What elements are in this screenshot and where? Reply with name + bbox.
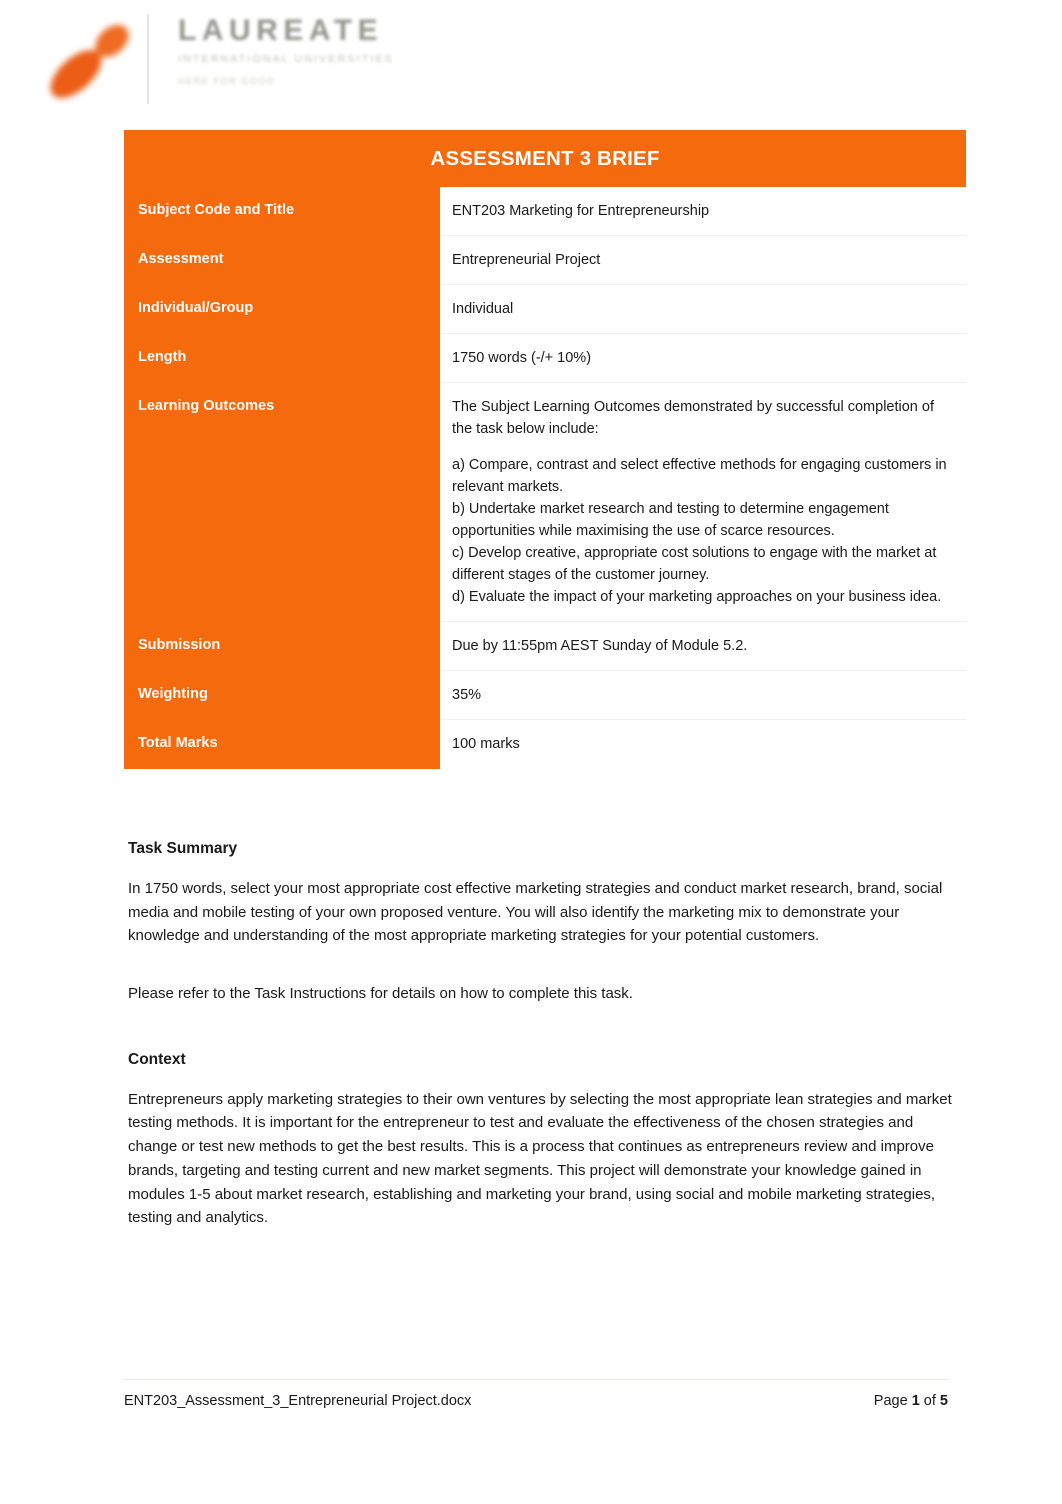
row-label-individual-group: Individual/Group	[124, 285, 440, 335]
learning-outcomes-intro: The Subject Learning Outcomes demonstrat…	[452, 399, 934, 438]
table-row: Individual/Group Individual	[124, 285, 966, 335]
task-summary-heading: Task Summary	[128, 840, 238, 857]
footer-file-name: ENT203_Assessment_3_Entrepreneurial Proj…	[124, 1393, 472, 1409]
learning-outcome-a: a) Compare, contrast and select effectiv…	[452, 457, 947, 496]
table-row: Subject Code and Title ENT203 Marketing …	[124, 187, 966, 237]
logo-wordmark-text: LAUREATE	[178, 14, 384, 47]
learning-outcomes-list: a) Compare, contrast and select effectiv…	[452, 454, 952, 608]
learning-outcome-d: d) Evaluate the impact of your marketing…	[452, 589, 942, 606]
row-value-individual-group: Individual	[440, 285, 966, 335]
page-total: 5	[939, 1393, 948, 1409]
task-summary-paragraph-2: Please refer to the Task Instructions fo…	[128, 985, 633, 1003]
row-label-total-marks: Total Marks	[124, 720, 440, 769]
footer-content: ENT203_Assessment_3_Entrepreneurial Proj…	[124, 1380, 948, 1409]
section-context: Context Entrepreneurs apply marketing st…	[128, 1051, 952, 1230]
row-value-learning-outcomes: The Subject Learning Outcomes demonstrat…	[440, 383, 966, 623]
document-body: Task Summary In 1750 words, select your …	[128, 840, 952, 1230]
row-value-submission: Due by 11:55pm AEST Sunday of Module 5.2…	[440, 622, 966, 672]
table-row: Weighting 35%	[124, 671, 966, 721]
page-footer: ENT203_Assessment_3_Entrepreneurial Proj…	[124, 1379, 948, 1409]
logo-subtitle-primary: INTERNATIONAL UNIVERSITIES	[178, 53, 394, 65]
footer-page-number: Page 1 of 5	[874, 1393, 948, 1409]
logo-divider	[147, 14, 149, 104]
row-value-length: 1750 words (-/+ 10%)	[440, 334, 966, 384]
table-row: Assessment Entrepreneurial Project	[124, 236, 966, 286]
table-row: Submission Due by 11:55pm AEST Sunday of…	[124, 622, 966, 672]
row-label-assessment: Assessment	[124, 236, 440, 286]
row-value-assessment: Entrepreneurial Project	[440, 236, 966, 286]
logo-subtitle-secondary: HERE FOR GOOD	[178, 76, 276, 86]
brief-header-title: ASSESSMENT 3 BRIEF	[124, 130, 966, 187]
table-row: Total Marks 100 marks	[124, 720, 966, 769]
row-value-total-marks: 100 marks	[440, 720, 966, 769]
table-row: Learning Outcomes The Subject Learning O…	[124, 383, 966, 623]
context-heading: Context	[128, 1050, 186, 1068]
row-value-subject-code: ENT203 Marketing for Entrepreneurship	[440, 187, 966, 237]
table-row: Length 1750 words (-/+ 10%)	[124, 334, 966, 384]
context-paragraph-1: Entrepreneurs apply marketing strategies…	[128, 1090, 952, 1227]
page-mid: of	[919, 1393, 940, 1409]
row-label-length: Length	[124, 334, 440, 384]
page-prefix: Page	[873, 1393, 912, 1409]
row-label-weighting: Weighting	[124, 671, 440, 721]
learning-outcome-b: b) Undertake market research and testing…	[452, 501, 889, 540]
row-label-submission: Submission	[124, 622, 440, 672]
learning-outcome-c: c) Develop creative, appropriate cost so…	[452, 545, 937, 584]
task-summary-paragraph-1: In 1750 words, select your most appropri…	[128, 880, 943, 945]
assessment-brief-table: ASSESSMENT 3 BRIEF Subject Code and Titl…	[124, 130, 966, 769]
section-task-summary: Task Summary In 1750 words, select your …	[128, 840, 952, 1006]
row-value-weighting: 35%	[440, 671, 966, 721]
laureate-wordmark: LAUREATE INTERNATIONAL UNIVERSITIES HERE…	[178, 16, 393, 104]
laureate-leaf-logo-icon	[38, 8, 150, 114]
page-current: 1	[911, 1393, 920, 1409]
document-page: LAUREATE INTERNATIONAL UNIVERSITIES HERE…	[0, 0, 1062, 1504]
row-label-subject-code: Subject Code and Title	[124, 187, 440, 237]
letterhead: LAUREATE INTERNATIONAL UNIVERSITIES HERE…	[0, 0, 1062, 120]
row-label-learning-outcomes: Learning Outcomes	[124, 383, 440, 623]
